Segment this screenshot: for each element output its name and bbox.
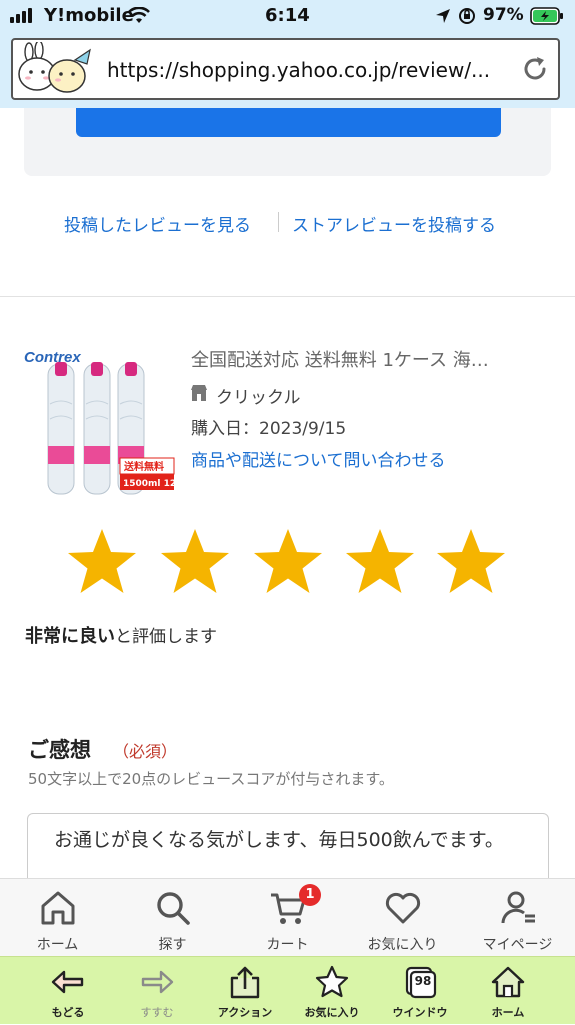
battery-icon (530, 7, 563, 25)
svg-text:1500ml 12本: 1500ml 12本 (123, 477, 177, 489)
nav-home[interactable]: ホーム (0, 879, 115, 957)
toolbar-label: すすむ (140, 1006, 174, 1019)
post-store-review-link[interactable]: ストアレビューを投稿する (292, 211, 496, 236)
battery-percent: 97% (483, 5, 524, 25)
heart-icon (385, 892, 421, 924)
store-icon (191, 385, 207, 401)
window-button[interactable]: 98 ウインドウ (374, 957, 466, 1025)
nav-cart[interactable]: カート (230, 879, 345, 957)
rating-label-rest: と評価します (115, 627, 217, 647)
browser-home-button[interactable]: ホーム (462, 957, 554, 1025)
toolbar-label: ホーム (491, 1006, 525, 1019)
rating-star-2[interactable] (160, 528, 230, 594)
paypay-submit-button[interactable] (76, 108, 501, 137)
orientation-lock-icon (459, 8, 475, 24)
wifi-icon (128, 7, 150, 23)
forward-arrow-icon (141, 970, 174, 994)
toolbar-label: もどる (51, 1006, 85, 1019)
back-arrow-icon (51, 970, 84, 994)
store-name[interactable]: クリックル (216, 383, 301, 408)
toolbar-label: アクション (217, 1006, 273, 1019)
view-posted-reviews-link[interactable]: 投稿したレビューを見る (64, 211, 251, 236)
share-icon (230, 966, 260, 999)
search-icon (157, 892, 190, 925)
nav-label: 探す (158, 937, 187, 953)
comment-note: 50文字以上で20点のレビュースコアが付与されます。 (28, 770, 394, 788)
status-bar: Y!mobile 6:14 97% (0, 0, 575, 32)
review-links: 投稿したレビューを見る ストアレビューを投稿する (0, 208, 575, 238)
nav-label: カート (266, 937, 309, 953)
clock: 6:14 (265, 5, 310, 26)
browser-address-bar: https://shopping.yahoo.co.jp/review/... (0, 32, 575, 108)
home-icon (491, 966, 525, 998)
svg-text:Contrex: Contrex (24, 349, 81, 366)
location-arrow-icon (436, 9, 450, 23)
action-button[interactable]: アクション (199, 957, 291, 1025)
rating-star-5[interactable] (436, 528, 506, 594)
home-icon (41, 891, 75, 925)
purchase-date: 購入日：2023/9/15 (191, 419, 347, 439)
comment-title: ご感想 (28, 738, 91, 762)
nav-label: ホーム (36, 937, 79, 953)
star-icon (315, 965, 349, 998)
required-badge: （必須） (113, 742, 178, 761)
contact-store-link[interactable]: 商品や配送について問い合わせる (191, 446, 446, 471)
nav-label: マイページ (482, 937, 553, 953)
nav-search[interactable]: 探す (115, 879, 230, 957)
svg-text:送料無料: 送料無料 (123, 460, 164, 473)
bookmark-button[interactable]: お気に入り (286, 957, 378, 1025)
user-icon (501, 891, 535, 924)
rating-label-strong: 非常に良い (25, 626, 115, 647)
url-text[interactable]: https://shopping.yahoo.co.jp/review/... (107, 58, 490, 82)
url-field[interactable]: https://shopping.yahoo.co.jp/review/... (11, 38, 560, 100)
product-image[interactable]: Contrex 送料無料 1500ml 12本 (22, 344, 177, 496)
mascot-icon (15, 42, 95, 97)
toolbar-label: ウインドウ (392, 1006, 448, 1019)
points-card (24, 108, 551, 176)
browser-toolbar: もどる すすむ アクション お気に入り 98 ウインドウ ホーム (0, 956, 575, 1024)
window-count: 98 (414, 974, 432, 988)
cart-count-badge: 1 (299, 884, 321, 906)
forward-button[interactable]: すすむ (111, 957, 203, 1025)
link-divider (278, 212, 279, 232)
rating-star-4[interactable] (345, 528, 415, 594)
rating-star-3[interactable] (253, 528, 323, 594)
back-button[interactable]: もどる (22, 957, 114, 1025)
bottom-nav: ホーム 探す カート お気に入り マイページ (0, 878, 575, 956)
rating-label: 非常に良いと評価します (25, 622, 217, 648)
toolbar-label: お気に入り (304, 1006, 360, 1019)
nav-mypage[interactable]: マイページ (460, 879, 575, 957)
section-divider (0, 296, 575, 297)
nav-label: お気に入り (367, 937, 438, 953)
rating-star-1[interactable] (67, 528, 137, 594)
carrier-name: Y!mobile (44, 5, 134, 26)
product-title[interactable]: 全国配送対応 送料無料 1ケース 海… (191, 346, 551, 372)
nav-favorites[interactable]: お気に入り (345, 879, 460, 957)
reload-icon[interactable] (520, 54, 550, 84)
